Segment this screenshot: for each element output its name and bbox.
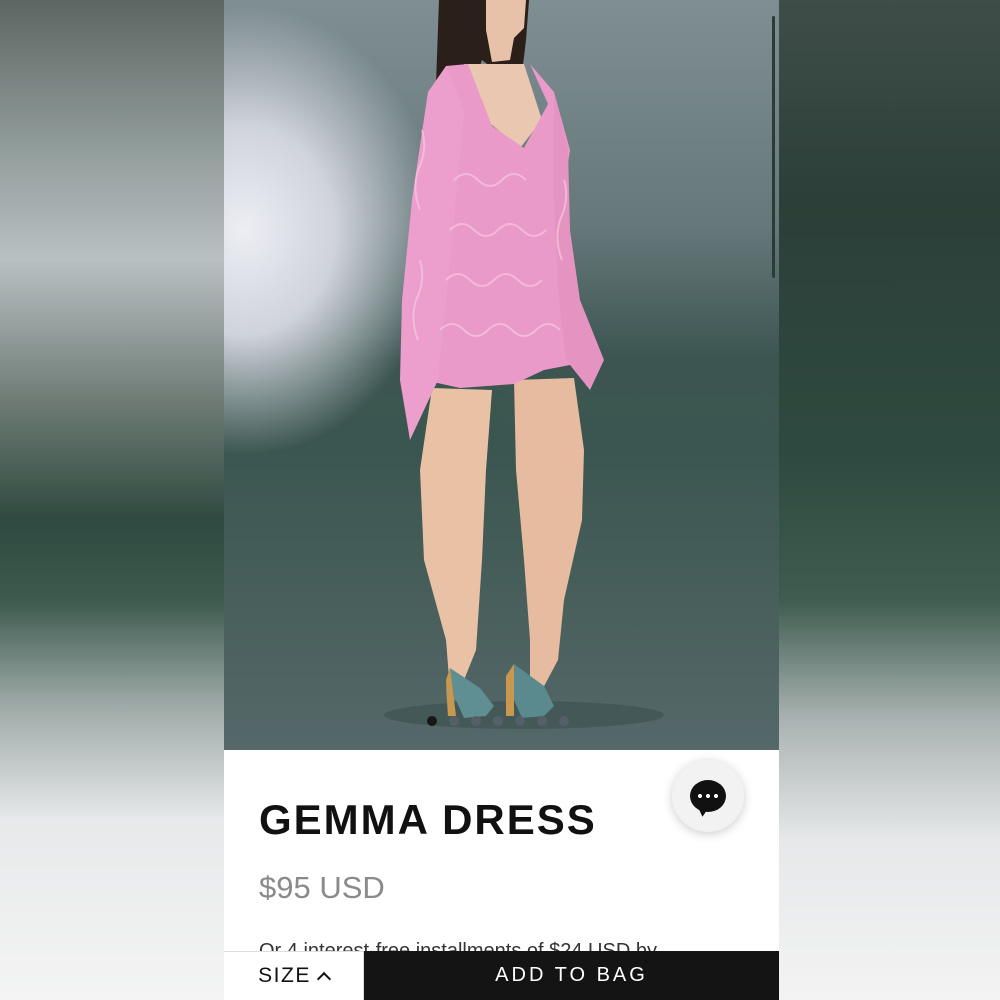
size-label: SIZE [258,964,311,987]
add-to-bag-button[interactable]: ADD TO BAG [364,951,779,1000]
image-scrollbar[interactable] [772,16,775,278]
phone-screen: GEMMA DRESS $95 USD Or 4 interest-free i… [224,0,779,1000]
carousel-pagination [427,716,569,726]
purchase-bar: SIZE ADD TO BAG [224,951,779,1000]
carousel-dot-6[interactable] [537,716,547,726]
carousel-dot-5[interactable] [515,716,525,726]
chat-icon [690,780,726,812]
product-image-carousel[interactable] [224,0,779,750]
product-image [384,0,664,729]
carousel-dot-1[interactable] [427,716,437,726]
blurred-background-left [0,0,224,1000]
blurred-background-right [778,0,1000,1000]
product-title: GEMMA DRESS [259,796,597,843]
carousel-dot-7[interactable] [559,716,569,726]
chevron-up-icon [316,971,331,987]
carousel-dot-4[interactable] [493,716,503,726]
size-selector-button[interactable]: SIZE [224,951,364,1000]
carousel-dot-3[interactable] [471,716,481,726]
carousel-dot-2[interactable] [449,716,459,726]
chat-button[interactable] [672,760,744,832]
product-price: $95 USD [259,870,385,905]
